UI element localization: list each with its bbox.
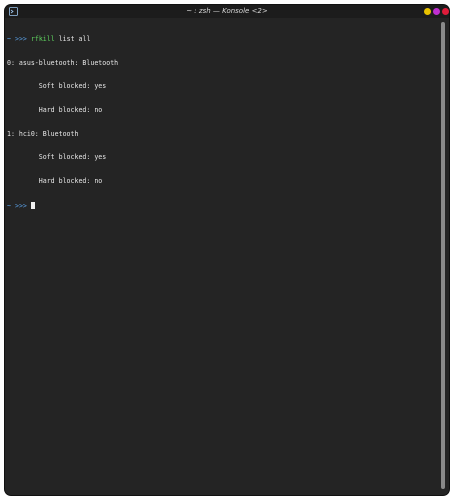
prompt-tilde: ~ — [7, 34, 11, 43]
output-line: Soft blocked: yes — [7, 153, 107, 162]
prompt-arrows: >>> — [14, 201, 27, 210]
output-line: Hard blocked: no — [7, 105, 103, 114]
window-title: ~ : zsh — Konsole <2> — [186, 7, 268, 15]
command-name: rfkill — [30, 34, 55, 43]
command-args: list all — [58, 34, 91, 43]
title-bar[interactable]: ~ : zsh — Konsole <2> — [5, 5, 449, 18]
prompt-tilde: ~ — [7, 201, 11, 210]
scrollbar[interactable] — [441, 22, 445, 489]
output-line: Hard blocked: no — [7, 177, 103, 186]
close-button[interactable] — [442, 8, 449, 15]
output-line: 0: asus-bluetooth: Bluetooth — [7, 58, 119, 67]
konsole-window: ~ : zsh — Konsole <2> ~ >>> rfkill list … — [5, 5, 449, 495]
output-line: Soft blocked: yes — [7, 82, 107, 91]
command-line: ~ >>> rfkill list all — [7, 34, 439, 44]
prompt-line[interactable]: ~ >>> — [7, 201, 439, 210]
maximize-button[interactable] — [433, 8, 440, 15]
prompt-arrows: >>> — [14, 34, 27, 43]
text-cursor — [30, 201, 35, 209]
terminal-output[interactable]: ~ >>> rfkill list all 0: asus-bluetooth:… — [7, 18, 439, 495]
minimize-button[interactable] — [424, 8, 431, 15]
output-line: 1: hci0: Bluetooth — [7, 129, 79, 138]
